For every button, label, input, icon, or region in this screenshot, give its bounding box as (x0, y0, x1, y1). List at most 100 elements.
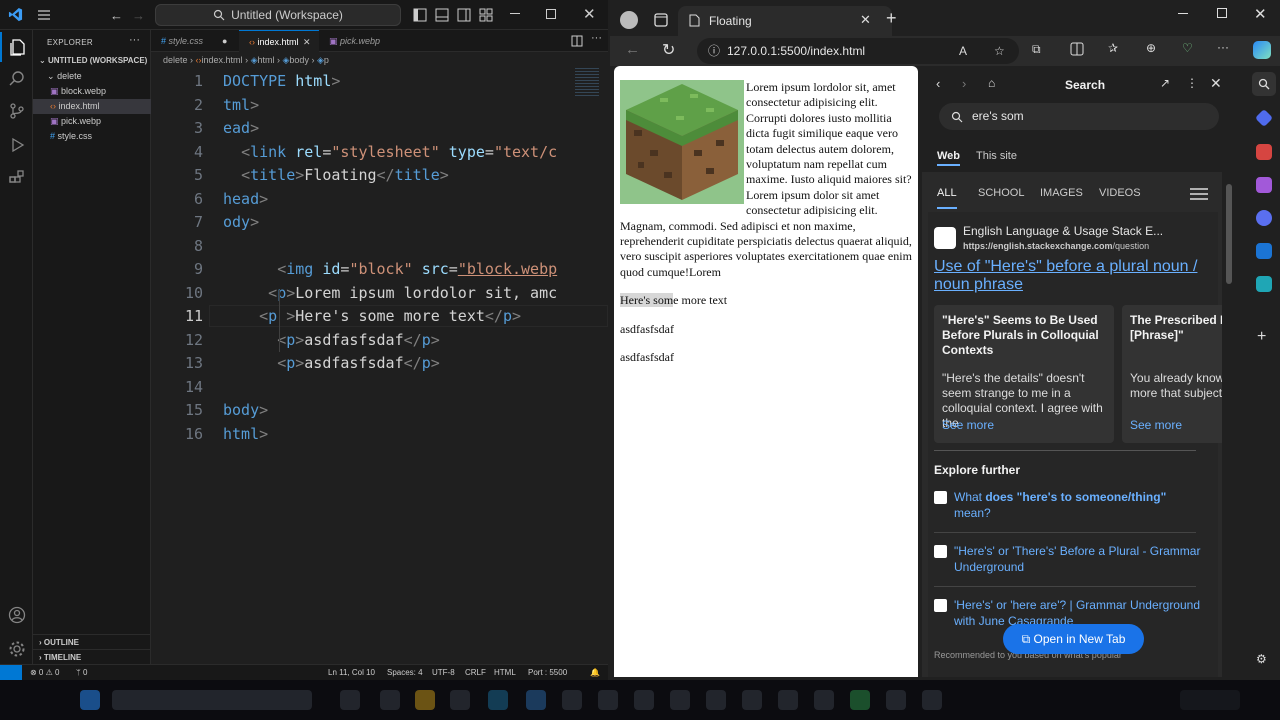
app-icon[interactable] (742, 690, 762, 710)
tools-icon[interactable] (1256, 144, 1272, 160)
close-tab-icon[interactable]: ✕ (860, 12, 871, 28)
app-icon[interactable] (922, 690, 942, 710)
back-arrow-icon[interactable]: ← (625, 41, 640, 58)
close-tab-icon[interactable]: ✕ (303, 31, 311, 53)
extensions-icon[interactable]: ⧉ (1032, 42, 1041, 57)
browser-essentials-icon[interactable]: ♡ (1182, 41, 1193, 55)
code-line[interactable]: <p>asdfasfsdaf</p> (223, 354, 603, 372)
maximize-icon[interactable] (546, 9, 556, 19)
forward-arrow-icon[interactable]: → (132, 8, 145, 23)
more-actions-icon[interactable]: ··· (129, 34, 140, 46)
back-arrow-icon[interactable]: ← (110, 8, 123, 23)
app-icon[interactable] (562, 690, 582, 710)
favorite-star-icon[interactable]: ☆ (994, 38, 1005, 64)
folder-delete[interactable]: ⌄ delete (33, 69, 151, 84)
vscode-app-icon[interactable] (526, 690, 546, 710)
taskbar-search-box[interactable] (112, 690, 312, 710)
timeline-section[interactable]: › TIMELINE (33, 649, 151, 664)
encoding-status[interactable]: UTF-8 (432, 668, 455, 677)
live-server-port[interactable]: Port : 5500 (528, 668, 567, 677)
code-line[interactable]: <title>Floating</title> (223, 166, 603, 184)
settings-more-icon[interactable]: ··· (1217, 40, 1229, 54)
code-line[interactable]: <link rel="stylesheet" type="text/c (223, 143, 603, 161)
refresh-icon[interactable]: ↻ (662, 40, 675, 60)
app-icon[interactable] (706, 690, 726, 710)
app-icon[interactable] (670, 690, 690, 710)
code-line[interactable]: html> (223, 425, 603, 443)
account-icon[interactable] (0, 600, 33, 630)
selected-text[interactable]: Here's som (620, 293, 674, 308)
explore-item[interactable]: "Here's' or 'There's' Before a Plural - … (934, 543, 1202, 579)
add-app-icon[interactable]: + (1257, 328, 1266, 346)
read-aloud-icon[interactable]: A (959, 38, 967, 64)
site-info-icon[interactable]: ⓘ (708, 38, 720, 64)
indentation-status[interactable]: Spaces: 4 (387, 668, 423, 677)
eol-status[interactable]: CRLF (465, 668, 486, 677)
hamburger-menu-icon[interactable] (1190, 187, 1208, 201)
app-icon[interactable] (850, 690, 870, 710)
scope-tab-web[interactable]: Web (937, 150, 961, 166)
code-line[interactable]: <p>asdfasfsdaf</p> (223, 331, 603, 349)
explorer-icon[interactable] (0, 32, 33, 62)
toggle-sidebar-icon[interactable] (413, 8, 427, 22)
app-icon[interactable] (814, 690, 834, 710)
address-bar[interactable]: ⓘ 127.0.0.1:5500/index.html A ☆ (697, 38, 1019, 64)
manage-gear-icon[interactable] (0, 634, 33, 664)
games-icon[interactable] (1256, 177, 1272, 193)
code-line[interactable]: DOCTYPE html> (223, 72, 603, 90)
open-in-new-tab-button[interactable]: ⧉ Open in New Tab (1003, 624, 1144, 654)
file-explorer-icon[interactable] (415, 690, 435, 710)
minimize-icon[interactable] (1178, 13, 1188, 14)
outline-section[interactable]: › OUTLINE (33, 634, 151, 649)
breadcrumb-item[interactable]: body (289, 55, 309, 65)
split-screen-icon[interactable] (1070, 42, 1084, 56)
result-card[interactable]: The Prescribed Is "Here Are [Phrase]" Yo… (1122, 305, 1222, 443)
minimize-icon[interactable] (510, 13, 520, 14)
search-icon-active[interactable] (1252, 72, 1276, 96)
search-icon[interactable] (0, 64, 33, 94)
checkbox[interactable] (934, 491, 947, 504)
telegram-icon[interactable] (1256, 276, 1272, 292)
source-name[interactable]: English Language & Usage Stack E... (963, 224, 1163, 238)
code-line[interactable]: <img id="block" src="block.webp (223, 260, 603, 278)
minimap[interactable] (575, 68, 599, 98)
search-input[interactable]: ere's som (939, 103, 1219, 130)
discover-icon[interactable] (1254, 108, 1274, 128)
tab-school[interactable]: SCHOOL (978, 187, 1024, 199)
tab-images[interactable]: IMAGES (1040, 187, 1083, 199)
tab-videos[interactable]: VIDEOS (1099, 187, 1141, 199)
workspace-root[interactable]: ⌄ UNTITLED (WORKSPACE) (33, 53, 151, 68)
app-icon[interactable] (634, 690, 654, 710)
scrollbar-thumb[interactable] (1226, 184, 1232, 284)
language-status[interactable]: HTML (494, 668, 516, 677)
checkbox[interactable] (934, 599, 947, 612)
notifications-bell-icon[interactable]: 🔔 (590, 668, 600, 677)
close-window-icon[interactable]: ✕ (1254, 5, 1267, 23)
code-line[interactable]: ead> (223, 119, 603, 137)
see-more-link[interactable]: See more (1130, 418, 1182, 432)
breadcrumb-item[interactable]: index.html (202, 55, 243, 65)
tab-all[interactable]: ALL (937, 187, 957, 209)
app-icon[interactable] (778, 690, 798, 710)
checkbox[interactable] (934, 545, 947, 558)
new-tab-icon[interactable]: + (886, 8, 897, 29)
forward-arrow-icon[interactable]: › (962, 76, 966, 91)
app-icon[interactable] (450, 690, 470, 710)
file-item[interactable]: ▣ block.webp (33, 84, 151, 99)
app-icon[interactable] (598, 690, 618, 710)
code-line[interactable]: tml> (223, 96, 603, 114)
app-icon[interactable] (380, 690, 400, 710)
copilot-app-icon[interactable] (1256, 210, 1272, 226)
customize-layout-icon[interactable] (479, 8, 493, 22)
copilot-icon[interactable] (1253, 41, 1271, 59)
ports-status[interactable]: ᛘ 0 (76, 668, 87, 677)
cursor-position[interactable]: Ln 11, Col 10 (328, 668, 375, 677)
browser-tab[interactable]: Floating ✕ (678, 6, 892, 36)
toggle-panel-icon[interactable] (435, 8, 449, 22)
outlook-icon[interactable] (1256, 243, 1272, 259)
tab-pick-webp[interactable]: ▣ pick.webp (319, 30, 399, 52)
back-arrow-icon[interactable]: ‹ (936, 76, 940, 91)
collections-icon[interactable]: ⊕ (1146, 41, 1156, 55)
close-sidebar-icon[interactable]: ✕ (1210, 75, 1222, 92)
see-more-link[interactable]: See more (942, 418, 994, 432)
